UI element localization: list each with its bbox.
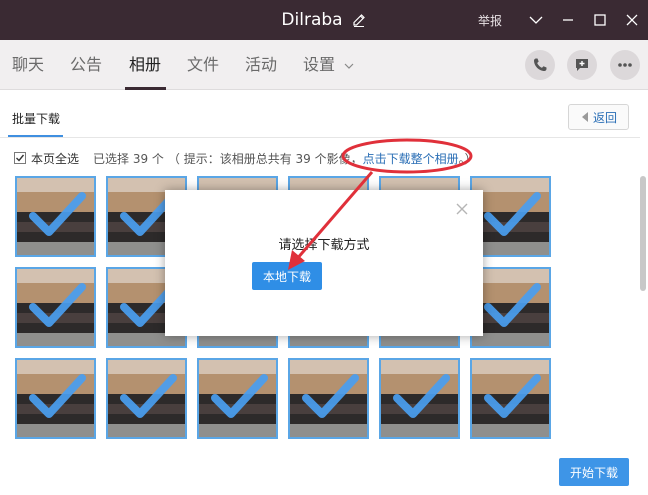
phone-icon: [534, 58, 547, 71]
add-chat-button[interactable]: [567, 50, 597, 80]
photo-thumbnail[interactable]: [15, 267, 96, 348]
hint-end: 。）: [458, 151, 477, 166]
local-download-button[interactable]: 本地下载: [252, 262, 322, 290]
chevron-down-icon: [344, 63, 354, 69]
download-album-link[interactable]: 点击下载整个相册: [363, 150, 459, 167]
minimize-button[interactable]: [552, 0, 584, 40]
tab-settings-label: 设置: [303, 55, 336, 74]
hint-text: （ 提示：该相册总共有 39 个影像，: [167, 151, 363, 166]
photo-thumbnail[interactable]: [15, 358, 96, 439]
photo-thumbnail[interactable]: [288, 358, 369, 439]
arrow-left-icon: [581, 112, 588, 122]
selected-check-icon: [29, 192, 86, 236]
batch-download-tab[interactable]: 批量下载: [12, 110, 60, 127]
select-all-checkbox[interactable]: [14, 152, 26, 164]
selected-count: 已选择 39 个: [93, 151, 164, 166]
phone-button[interactable]: [525, 50, 555, 80]
back-label: 返回: [592, 110, 617, 125]
close-button[interactable]: [616, 0, 648, 40]
tab-chat[interactable]: 聊天: [12, 40, 44, 90]
dropdown-button[interactable]: [520, 0, 552, 40]
more-icon: [618, 63, 632, 67]
album-subbar: 批量下载: [0, 90, 640, 138]
maximize-button[interactable]: [584, 0, 616, 40]
selected-check-icon: [29, 374, 86, 418]
tab-settings[interactable]: 设置: [303, 40, 354, 90]
back-button[interactable]: 返回: [568, 104, 629, 130]
tab-announcements[interactable]: 公告: [70, 40, 102, 90]
window-title[interactable]: Dilraba: [281, 10, 342, 30]
close-icon[interactable]: [455, 202, 469, 216]
selected-check-icon: [302, 374, 359, 418]
dialog-title: 请选择下载方式: [278, 238, 370, 253]
select-all-label[interactable]: 本页全选: [31, 150, 79, 167]
report-button[interactable]: 举报: [478, 12, 502, 29]
selected-check-icon: [484, 374, 541, 418]
photo-thumbnail[interactable]: [197, 358, 278, 439]
scrollbar[interactable]: [640, 176, 646, 291]
checkmark-icon: [16, 154, 25, 162]
selected-check-icon: [484, 283, 541, 327]
photo-thumbnail[interactable]: [106, 358, 187, 439]
selected-check-icon: [393, 374, 450, 418]
selection-row: 本页全选 已选择 39 个 （ 提示：该相册总共有 39 个影像， 点击下载整个…: [14, 150, 477, 166]
title-bar: Dilraba 举报: [0, 0, 648, 40]
batch-tab-indicator: [8, 135, 63, 137]
tab-files[interactable]: 文件: [187, 40, 219, 90]
chat-plus-icon: [576, 59, 588, 71]
start-download-button[interactable]: 开始下载: [559, 458, 629, 486]
chevron-down-icon: [529, 16, 543, 24]
tab-album[interactable]: 相册: [129, 40, 161, 90]
selected-check-icon: [29, 283, 86, 327]
download-method-dialog: 请选择下载方式 本地下载: [165, 190, 483, 336]
tab-bar: 聊天 公告 相册 文件 活动 设置: [0, 40, 648, 90]
minimize-icon: [563, 19, 573, 21]
photo-thumbnail[interactable]: [15, 176, 96, 257]
tab-activities[interactable]: 活动: [245, 40, 277, 90]
photo-thumbnail[interactable]: [379, 358, 460, 439]
selected-check-icon: [484, 192, 541, 236]
maximize-icon: [594, 14, 606, 26]
edit-icon[interactable]: [351, 12, 367, 28]
selected-check-icon: [120, 374, 177, 418]
selected-check-icon: [211, 374, 268, 418]
close-icon: [626, 14, 638, 26]
photo-thumbnail[interactable]: [470, 358, 551, 439]
more-button[interactable]: [610, 50, 640, 80]
